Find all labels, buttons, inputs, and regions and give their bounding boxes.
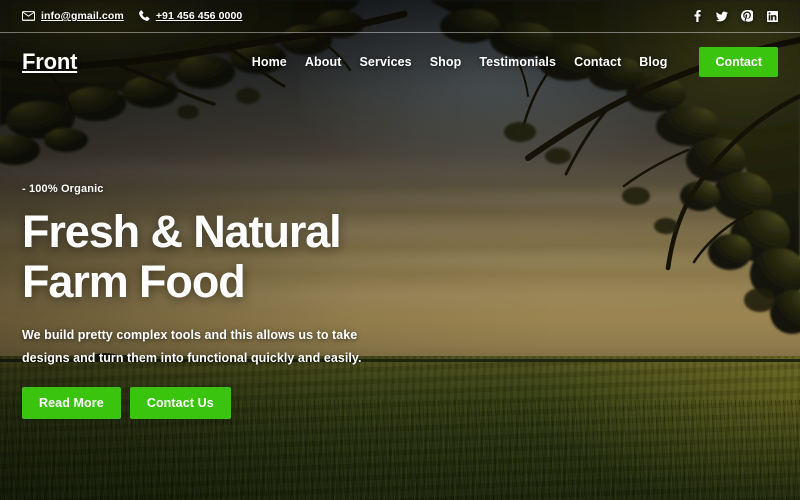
email-link[interactable]: info@gmail.com xyxy=(22,10,124,22)
envelope-icon xyxy=(22,11,35,21)
hero-title-line-1: Fresh & Natural xyxy=(22,206,342,257)
social-links xyxy=(691,10,778,22)
hero-content: - 100% Organic Fresh & Natural Farm Food… xyxy=(22,183,452,420)
pinterest-icon[interactable] xyxy=(741,10,753,22)
phone-text: +91 456 456 0000 xyxy=(155,10,243,22)
nav-item-services[interactable]: Services xyxy=(359,55,411,69)
hero-paragraph: We build pretty complex tools and this a… xyxy=(22,327,362,365)
hero-eyebrow: - 100% Organic xyxy=(22,183,104,195)
hero-title-line-2: Farm Food xyxy=(22,256,246,308)
header-contact-button[interactable]: Contact xyxy=(699,47,778,77)
hero-landing-page: info@gmail.com +91 456 456 0000 Front Ho… xyxy=(0,0,800,500)
phone-link[interactable]: +91 456 456 0000 xyxy=(138,10,243,22)
phone-icon xyxy=(138,10,150,22)
nav-item-home[interactable]: Home xyxy=(252,55,287,69)
top-utility-bar: info@gmail.com +91 456 456 0000 xyxy=(0,0,800,33)
facebook-icon[interactable] xyxy=(691,10,703,22)
site-header: Front Home About Services Shop Testimoni… xyxy=(0,33,800,91)
nav-item-blog[interactable]: Blog xyxy=(639,55,667,69)
nav-item-testimonials[interactable]: Testimonials xyxy=(479,55,556,69)
twitter-icon[interactable] xyxy=(716,10,728,22)
site-logo[interactable]: Front xyxy=(22,49,77,75)
contact-us-button[interactable]: Contact Us xyxy=(129,387,231,420)
read-more-button[interactable]: Read More xyxy=(22,387,121,420)
nav-item-shop[interactable]: Shop xyxy=(430,55,462,69)
email-text: info@gmail.com xyxy=(41,10,124,22)
nav-item-about[interactable]: About xyxy=(305,55,342,69)
hero-title: Fresh & Natural Farm Food xyxy=(22,206,452,308)
linkedin-icon[interactable] xyxy=(766,10,778,22)
hero-button-group: Read More Contact Us xyxy=(22,387,452,420)
nav-item-contact[interactable]: Contact xyxy=(574,55,621,69)
contact-info-list: info@gmail.com +91 456 456 0000 xyxy=(22,10,242,22)
main-navigation: Home About Services Shop Testimonials Co… xyxy=(252,47,778,77)
